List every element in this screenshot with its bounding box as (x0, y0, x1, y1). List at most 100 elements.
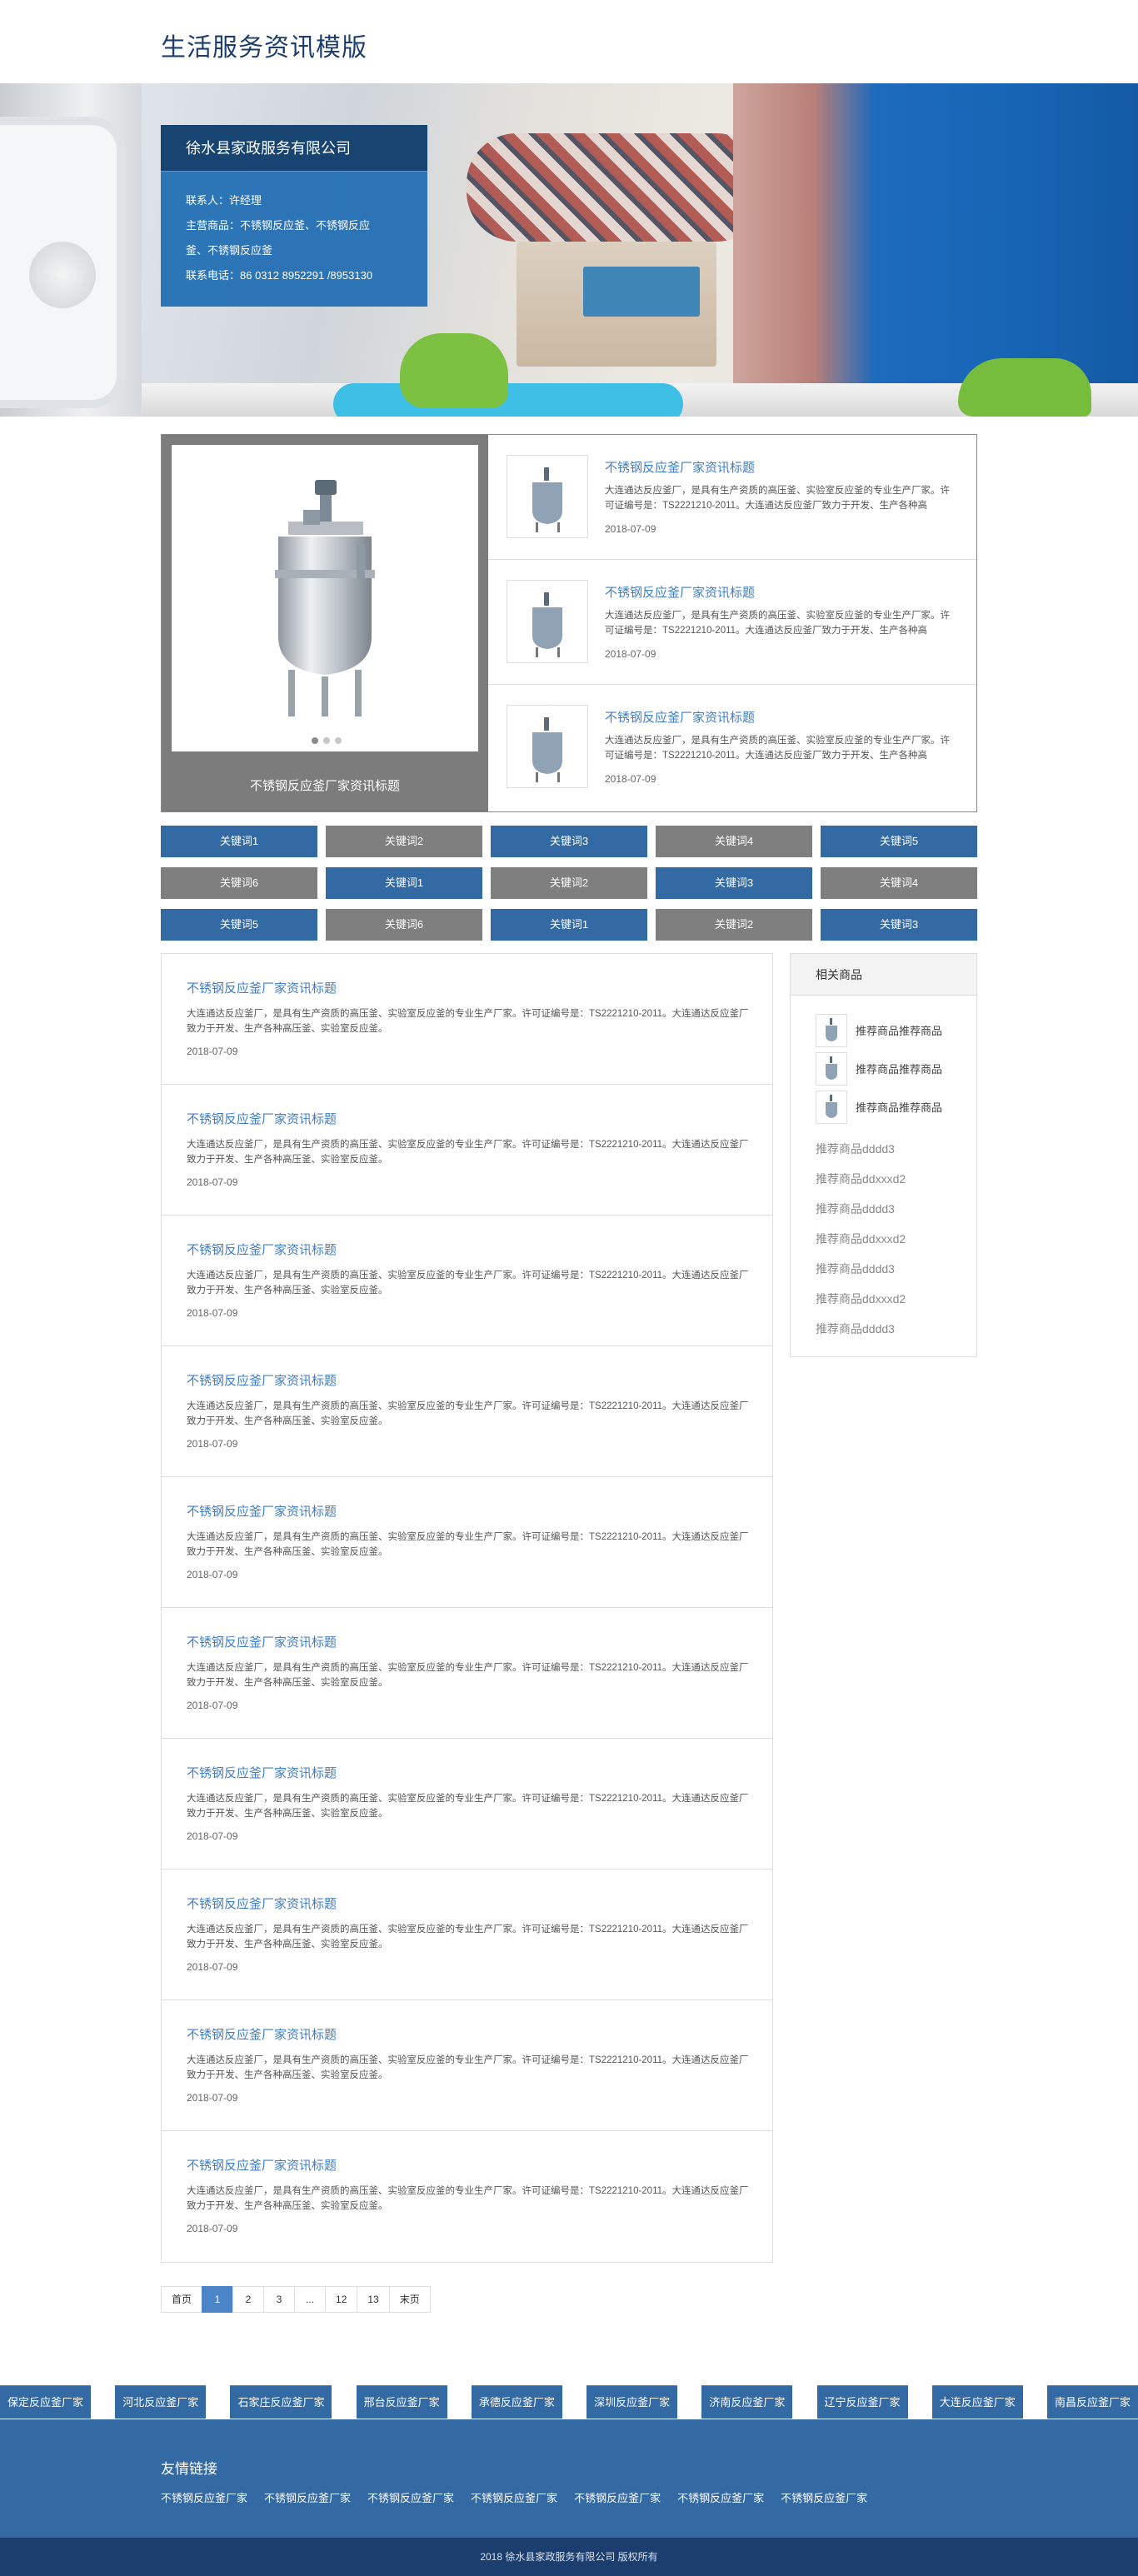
news-title[interactable]: 不锈钢反应釜厂家资讯标题 (187, 1502, 337, 1520)
product-name[interactable]: 推荐商品推荐商品 (856, 1061, 942, 1076)
news-item[interactable]: 不锈钢反应釜厂家资讯标题 大连通达反应釜厂，是具有生产资质的高压釜、实验室反应釜的… (162, 954, 772, 1085)
page-button[interactable]: 首页 (161, 2286, 203, 2313)
featured-news-item[interactable]: 不锈钢反应釜厂家资讯标题 大连通达反应釜厂，是具有生产资质的高压釜、实验室反应釜… (488, 560, 976, 685)
city-link[interactable]: 南昌反应釜厂家 (1046, 2385, 1138, 2419)
news-title[interactable]: 不锈钢反应釜厂家资讯标题 (187, 1110, 337, 1127)
news-date: 2018-07-09 (187, 1438, 238, 1450)
keyword-tag[interactable]: 关键词3 (656, 867, 812, 899)
news-item[interactable]: 不锈钢反应釜厂家资讯标题 大连通达反应釜厂，是具有生产资质的高压釜、实验室反应釜的… (162, 1085, 772, 1216)
page-button[interactable]: 12 (325, 2286, 358, 2313)
news-title[interactable]: 不锈钢反应釜厂家资讯标题 (187, 1371, 337, 1389)
city-link[interactable]: 石家庄反应釜厂家 (230, 2385, 332, 2419)
keyword-tag[interactable]: 关键词5 (821, 826, 977, 857)
news-title[interactable]: 不锈钢反应釜厂家资讯标题 (187, 1764, 337, 1781)
news-thumbnail[interactable] (507, 580, 588, 663)
news-title[interactable]: 不锈钢反应釜厂家资讯标题 (187, 2156, 337, 2174)
news-item[interactable]: 不锈钢反应釜厂家资讯标题 大连通达反应釜厂，是具有生产资质的高压釜、实验室反应釜的… (162, 1870, 772, 2000)
recommended-product[interactable]: 推荐商品推荐商品 (791, 1051, 976, 1089)
news-title[interactable]: 不锈钢反应釜厂家资讯标题 (605, 583, 755, 601)
news-item[interactable]: 不锈钢反应釜厂家资讯标题 大连通达反应釜厂，是具有生产资质的高压釜、实验室反应釜的… (162, 2131, 772, 2262)
friend-links-title: 友情链接 (161, 2461, 217, 2477)
news-date: 2018-07-09 (187, 2223, 238, 2234)
recommended-product-link[interactable]: 推荐商品ddxxxd2 (791, 1164, 976, 1194)
news-title[interactable]: 不锈钢反应釜厂家资讯标题 (605, 458, 755, 476)
friend-link[interactable]: 不锈钢反应釜厂家 (471, 2489, 557, 2505)
city-link[interactable]: 辽宁反应釜厂家 (816, 2385, 908, 2419)
friend-link[interactable]: 不锈钢反应釜厂家 (781, 2489, 867, 2505)
news-item[interactable]: 不锈钢反应釜厂家资讯标题 大连通达反应釜厂，是具有生产资质的高压釜、实验室反应釜的… (162, 1477, 772, 1608)
keyword-tag[interactable]: 关键词6 (161, 867, 317, 899)
news-summary: 大连通达反应釜厂，是具有生产资质的高压釜、实验室反应釜的专业生产厂家。许可证编号… (187, 1401, 749, 1426)
news-item[interactable]: 不锈钢反应釜厂家资讯标题 大连通达反应釜厂，是具有生产资质的高压釜、实验室反应釜的… (162, 2000, 772, 2131)
keyword-tag[interactable]: 关键词2 (656, 909, 812, 941)
news-title[interactable]: 不锈钢反应釜厂家资讯标题 (187, 1241, 337, 1258)
news-item[interactable]: 不锈钢反应釜厂家资讯标题 大连通达反应釜厂，是具有生产资质的高压釜、实验室反应釜的… (162, 1608, 772, 1739)
slider-image[interactable] (172, 445, 478, 751)
news-title[interactable]: 不锈钢反应釜厂家资讯标题 (605, 708, 755, 726)
friend-link[interactable]: 不锈钢反应釜厂家 (161, 2489, 247, 2505)
slider-caption[interactable]: 不锈钢反应釜厂家资讯标题 (162, 776, 488, 794)
slider-dots (312, 733, 347, 748)
recommended-product[interactable]: 推荐商品推荐商品 (791, 1012, 976, 1051)
news-title[interactable]: 不锈钢反应釜厂家资讯标题 (187, 1895, 337, 1912)
page-button[interactable]: 2 (232, 2286, 265, 2313)
news-title[interactable]: 不锈钢反应釜厂家资讯标题 (187, 1633, 337, 1650)
featured-news-item[interactable]: 不锈钢反应釜厂家资讯标题 大连通达反应釜厂，是具有生产资质的高压釜、实验室反应釜… (488, 685, 976, 810)
news-item[interactable]: 不锈钢反应釜厂家资讯标题 大连通达反应釜厂，是具有生产资质的高压釜、实验室反应釜的… (162, 1739, 772, 1870)
product-name[interactable]: 推荐商品推荐商品 (856, 1022, 942, 1038)
copyright-text: 2018 徐水县家政服务有限公司 版权所有 (480, 2551, 658, 2563)
keyword-tag[interactable]: 关键词4 (821, 867, 977, 899)
keyword-tag[interactable]: 关键词5 (161, 909, 317, 941)
recommended-product[interactable]: 推荐商品推荐商品 (791, 1089, 976, 1127)
recommended-product-link[interactable]: 推荐商品dddd3 (791, 1254, 976, 1284)
news-title[interactable]: 不锈钢反应釜厂家资讯标题 (187, 2025, 337, 2043)
recommended-product-link[interactable]: 推荐商品ddxxxd2 (791, 1224, 976, 1254)
featured-news-item[interactable]: 不锈钢反应釜厂家资讯标题 大连通达反应釜厂，是具有生产资质的高压釜、实验室反应釜… (488, 435, 976, 560)
page-button[interactable]: 末页 (388, 2286, 431, 2313)
city-link[interactable]: 深圳反应釜厂家 (586, 2385, 678, 2419)
friend-link[interactable]: 不锈钢反应釜厂家 (574, 2489, 661, 2505)
keyword-tag[interactable]: 关键词3 (491, 826, 647, 857)
keyword-tag[interactable]: 关键词2 (491, 867, 647, 899)
keyword-tag[interactable]: 关键词3 (821, 909, 977, 941)
city-link[interactable]: 济南反应釜厂家 (701, 2385, 793, 2419)
keyword-tag[interactable]: 关键词1 (491, 909, 647, 941)
news-thumbnail[interactable] (507, 705, 588, 788)
product-thumbnail[interactable] (816, 1091, 847, 1124)
page-button[interactable]: 3 (263, 2286, 296, 2313)
city-link[interactable]: 邢台反应釜厂家 (356, 2385, 447, 2419)
keyword-tag[interactable]: 关键词1 (326, 867, 482, 899)
city-link[interactable]: 保定反应釜厂家 (0, 2385, 92, 2419)
news-item[interactable]: 不锈钢反应釜厂家资讯标题 大连通达反应釜厂，是具有生产资质的高压釜、实验室反应釜的… (162, 1216, 772, 1346)
page-button[interactable]: 13 (357, 2286, 390, 2313)
recommended-product-link[interactable]: 推荐商品dddd3 (791, 1134, 976, 1164)
friend-link[interactable]: 不锈钢反应釜厂家 (264, 2489, 351, 2505)
recommended-product-link[interactable]: 推荐商品dddd3 (791, 1314, 976, 1344)
slider-dot[interactable] (312, 737, 318, 744)
news-title[interactable]: 不锈钢反应釜厂家资讯标题 (187, 979, 337, 996)
page-button[interactable]: ... (294, 2286, 327, 2313)
company-phone: 联系电话：86 0312 8952291 /8953130 (186, 269, 373, 282)
news-thumbnail[interactable] (507, 455, 588, 538)
keyword-tag[interactable]: 关键词2 (326, 826, 482, 857)
slider-dot[interactable] (323, 737, 330, 744)
image-slider[interactable]: 不锈钢反应釜厂家资讯标题 (162, 435, 488, 811)
city-link[interactable]: 大连反应釜厂家 (931, 2385, 1023, 2419)
reactor-image (275, 480, 375, 716)
friend-link[interactable]: 不锈钢反应釜厂家 (677, 2489, 764, 2505)
keyword-tag[interactable]: 关键词1 (161, 826, 317, 857)
sidebar-title: 相关商品 (791, 954, 976, 996)
recommended-product-link[interactable]: 推荐商品dddd3 (791, 1194, 976, 1224)
city-link[interactable]: 承德反应釜厂家 (471, 2385, 562, 2419)
news-item[interactable]: 不锈钢反应釜厂家资讯标题大连通达反应釜厂，是具有生产资质的高压釜、实验室反应釜的… (162, 1346, 772, 1477)
keyword-tag[interactable]: 关键词4 (656, 826, 812, 857)
product-thumbnail[interactable] (816, 1014, 847, 1047)
recommended-product-link[interactable]: 推荐商品ddxxxd2 (791, 1284, 976, 1314)
friend-link[interactable]: 不锈钢反应釜厂家 (367, 2489, 454, 2505)
product-name[interactable]: 推荐商品推荐商品 (856, 1099, 942, 1115)
product-thumbnail[interactable] (816, 1052, 847, 1086)
city-link[interactable]: 河北反应釜厂家 (115, 2385, 207, 2419)
slider-dot[interactable] (335, 737, 342, 744)
keyword-tag[interactable]: 关键词6 (326, 909, 482, 941)
page-button[interactable]: 1 (202, 2286, 234, 2313)
